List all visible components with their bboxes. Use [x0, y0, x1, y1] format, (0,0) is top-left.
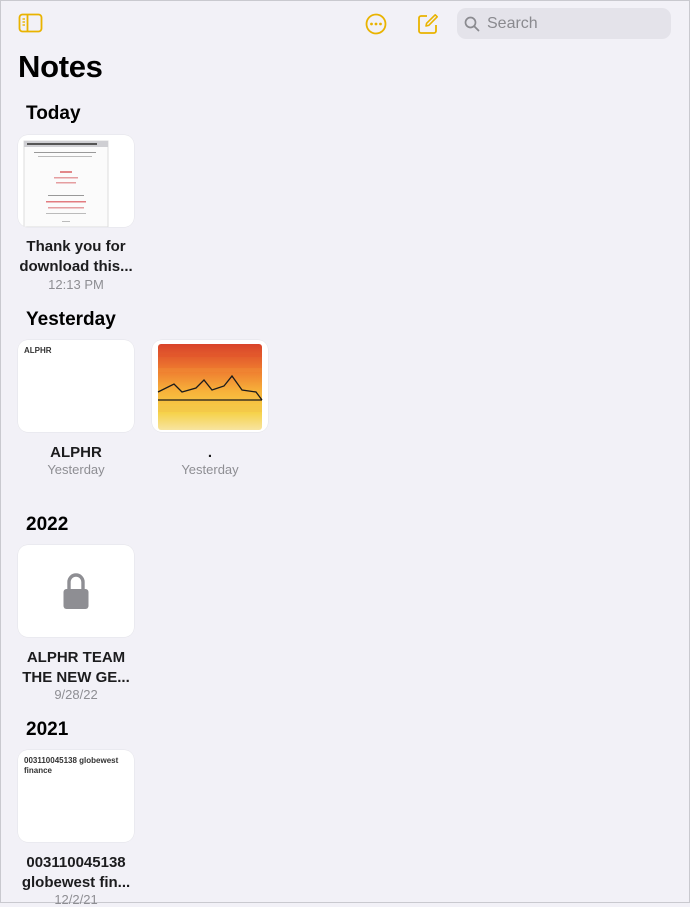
- sidebar-toggle-button[interactable]: [18, 12, 44, 34]
- note-title: Thank you for download this...: [1, 237, 151, 277]
- note-title-line: ALPHR TEAM: [26, 649, 126, 666]
- section-header-today: Today: [26, 103, 81, 124]
- note-thumbnail[interactable]: ALPHR: [18, 340, 134, 432]
- note-preview-text: ALPHR: [24, 346, 52, 355]
- note-title: 003110045138 globewest fin...: [1, 853, 151, 893]
- compose-button[interactable]: [416, 12, 440, 36]
- note-title-line: THE NEW GE...: [22, 669, 130, 686]
- note-date: Yesterday: [181, 462, 239, 477]
- note-title-line: Thank you for: [26, 238, 126, 255]
- section-header-2021: 2021: [26, 719, 69, 740]
- note-title: ALPHR: [50, 444, 102, 461]
- section-header-yesterday: Yesterday: [26, 309, 116, 330]
- sidebar-icon: [18, 13, 43, 33]
- note-thumbnail[interactable]: [152, 340, 268, 432]
- note-date: 12/2/21: [54, 892, 98, 907]
- section-header-2022: 2022: [26, 514, 69, 535]
- document-preview-image: [23, 140, 109, 227]
- more-options-button[interactable]: [364, 12, 388, 36]
- sketch-preview-image: [157, 344, 263, 430]
- lock-icon: [63, 573, 89, 609]
- compose-icon: [418, 14, 438, 34]
- note-title: ALPHR TEAM THE NEW GE...: [1, 648, 151, 688]
- ellipsis-circle-icon: [365, 13, 387, 35]
- note-date: Yesterday: [47, 462, 105, 477]
- locked-note-thumbnail[interactable]: [18, 545, 134, 637]
- note-date: 12:13 PM: [48, 277, 104, 292]
- note-title: .: [207, 444, 213, 461]
- note-title-line: globewest fin...: [21, 874, 131, 891]
- note-preview-text: 003110045138 globewest finance: [24, 756, 119, 775]
- note-thumbnail[interactable]: [18, 135, 134, 227]
- note-date: 9/28/22: [54, 687, 98, 702]
- note-title-line: download this...: [19, 258, 133, 275]
- page-title: Notes: [18, 49, 103, 84]
- search-field[interactable]: [457, 8, 671, 39]
- search-icon: [464, 16, 480, 31]
- note-title-line: 003110045138: [26, 854, 126, 871]
- note-thumbnail[interactable]: 003110045138 globewest finance: [18, 750, 134, 842]
- search-input[interactable]: [485, 13, 669, 34]
